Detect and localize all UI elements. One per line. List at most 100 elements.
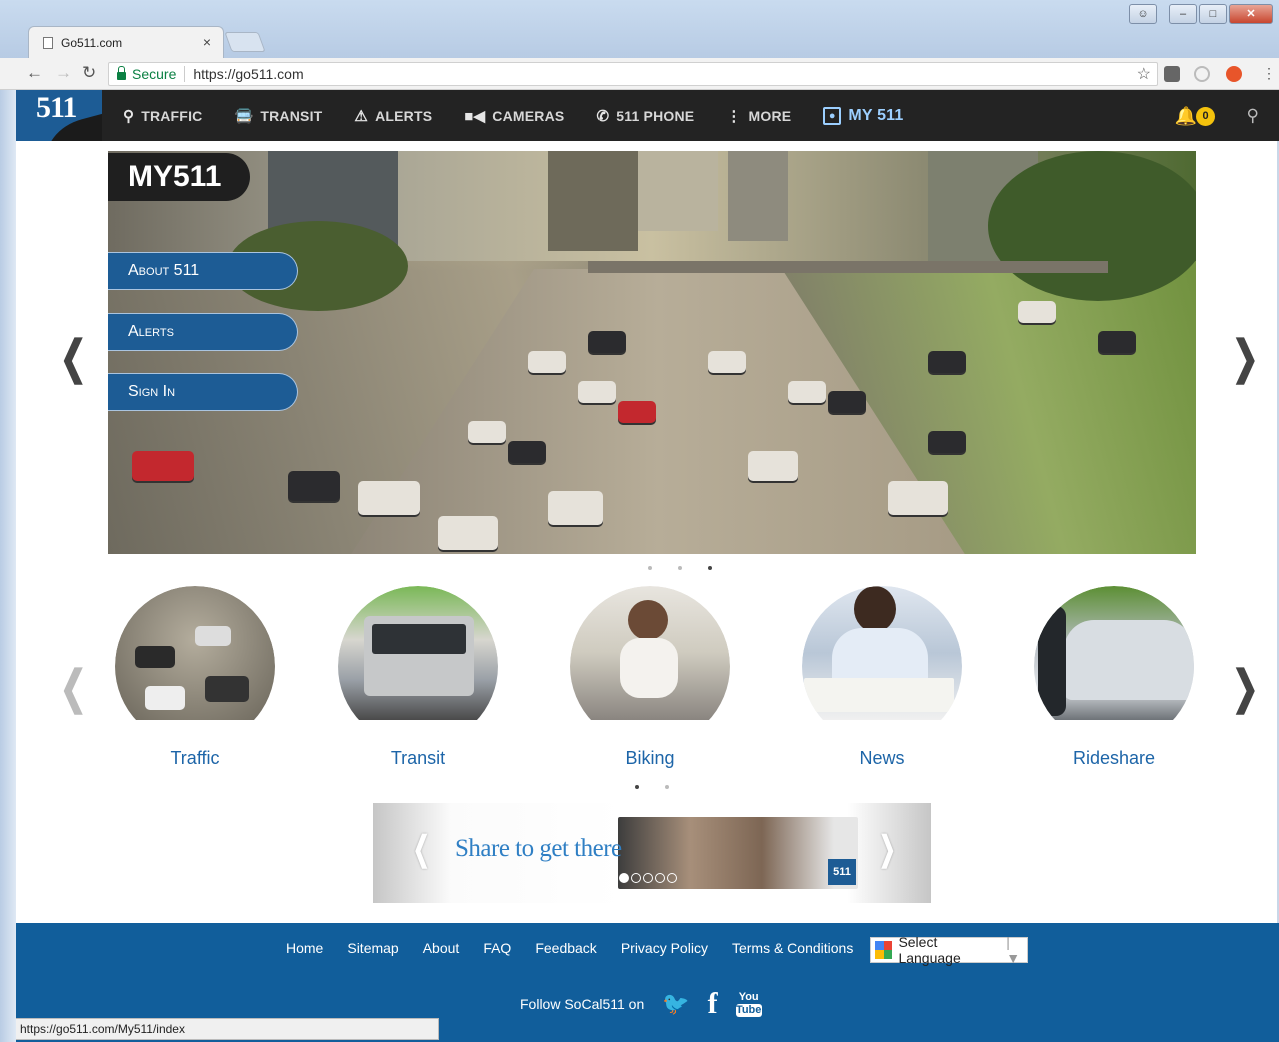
sign-in-button[interactable]: Sign In [108,373,298,411]
search-icon[interactable]: ⚲ [1247,106,1259,126]
hero-dot-2[interactable] [678,566,682,570]
hero-prev-arrow[interactable]: ❮ [60,330,87,384]
maximize-button[interactable]: □ [1199,4,1227,24]
camera-icon: ■◀ [464,107,486,125]
news-image[interactable] [802,586,962,720]
new-tab-button[interactable] [224,32,266,52]
forward-icon[interactable]: → [55,63,72,83]
twitter-icon[interactable]: 🐦 [662,991,689,1017]
categories-next-arrow[interactable]: ❯ [1232,660,1259,714]
person-shape [1038,606,1066,716]
extension-circle-icon[interactable] [1194,66,1210,82]
categories-dot-1[interactable] [635,785,639,789]
social-follow: Follow SoCal511 on 🐦 f You Tube [520,987,762,1021]
banner-dot-3[interactable] [643,873,653,883]
cyclist-head-shape [628,600,668,640]
about-511-button[interactable]: About 511 [108,252,298,290]
nav-phone[interactable]: ✆ 511 PHONE [596,107,694,125]
hero-car [708,351,746,373]
hero-car [438,516,498,550]
banner-prev-arrow[interactable]: ❮ [413,829,430,869]
phone-icon: ✆ [596,107,610,125]
biking-link[interactable]: Biking [550,748,750,769]
hero-car [1098,331,1136,353]
rideshare-link[interactable]: Rideshare [1014,748,1214,769]
footer-link-privacy[interactable]: Privacy Policy [621,940,708,956]
banner-pagination [619,873,677,883]
translate-icon-tile [883,950,893,959]
banner-dot-1[interactable] [619,873,629,883]
user-profile-icon[interactable]: ☺ [1129,4,1157,24]
tab-close-icon[interactable]: × [203,34,211,50]
nav-traffic[interactable]: ⚲ TRAFFIC [123,107,202,125]
reload-icon[interactable]: ↻ [82,63,96,83]
banner-dot-2[interactable] [631,873,641,883]
hero-next-arrow[interactable]: ❯ [1232,330,1259,384]
rideshare-banner[interactable]: ❮ ❯ Share to get there 511 [373,803,931,903]
address-bar-row: ← → ↻ Secure https://go511.com ☆ ⋮ [0,58,1279,90]
hero-car [748,451,798,481]
footer-link-faq[interactable]: FAQ [483,940,511,956]
hero-building [548,151,638,251]
translate-icon-tile [875,950,884,959]
hero-car [288,471,340,501]
traffic-link[interactable]: Traffic [95,748,295,769]
back-icon[interactable]: ← [26,63,43,83]
hero-dot-3[interactable] [708,566,712,570]
footer-link-sitemap[interactable]: Sitemap [347,940,398,956]
biking-image[interactable] [570,586,730,720]
browser-tab[interactable]: Go511.com × [28,26,224,58]
follow-text: Follow SoCal511 on [520,996,645,1012]
footer-link-home[interactable]: Home [286,940,323,956]
nav-more[interactable]: ⋮ MORE [726,107,791,125]
footer-link-about[interactable]: About [423,940,460,956]
footer-link-terms[interactable]: Terms & Conditions [732,940,853,956]
rideshare-image[interactable] [1034,586,1194,720]
extension-icon[interactable] [1164,66,1180,82]
hero-dot-1[interactable] [648,566,652,570]
banner-next-arrow[interactable]: ❯ [879,829,896,869]
banner-dot-5[interactable] [667,873,677,883]
address-input[interactable]: Secure https://go511.com ☆ [108,62,1158,86]
notification-badge[interactable]: 0 [1196,107,1215,126]
language-select[interactable]: Select Language | ▼ [870,934,1028,966]
youtube-icon[interactable]: You Tube [735,991,762,1017]
logo-text: 511 [36,91,77,124]
minimize-button[interactable]: – [1169,4,1197,24]
nav-cameras[interactable]: ■◀ CAMERAS [464,107,564,125]
footer-link-feedback[interactable]: Feedback [535,940,596,956]
traffic-image[interactable] [115,586,275,720]
extension-orange-icon[interactable] [1226,66,1242,82]
banner-dot-4[interactable] [655,873,665,883]
omnibox-separator [184,66,186,82]
transit-link[interactable]: Transit [318,748,518,769]
bell-icon[interactable]: 🔔 [1175,106,1197,127]
categories-dot-2[interactable] [665,785,669,789]
nav-alerts[interactable]: ⚠ ALERTS [354,107,432,125]
nav-my511[interactable]: ● MY 511 [823,106,903,125]
map-pin-icon: ⚲ [123,107,135,125]
hero-overpass [588,261,1108,273]
transit-image[interactable] [338,586,498,720]
translate-icon-tile [875,941,884,950]
hero-car [508,441,546,463]
chevron-down-icon: | ▼ [1006,934,1021,966]
translate-icon-tile [883,941,893,950]
categories-prev-arrow[interactable]: ❮ [60,660,87,714]
news-link[interactable]: News [782,748,982,769]
nav-transit[interactable]: 🚍 TRANSIT [234,107,322,125]
close-window-button[interactable]: ✕ [1229,4,1273,24]
nav-cameras-label: CAMERAS [492,107,565,124]
hero-building [728,151,788,241]
facebook-icon[interactable]: f [708,987,718,1021]
alerts-button[interactable]: Alerts [108,313,298,351]
bookmark-star-icon[interactable]: ☆ [1137,64,1151,84]
traffic-car-shape [205,676,249,702]
user-icon: ● [823,106,842,125]
browser-menu-icon[interactable]: ⋮ [1262,65,1276,82]
site-logo[interactable]: 511 [16,90,102,141]
hero-car [358,481,420,515]
window-controls: ☺ – □ ✕ [1129,4,1273,24]
hero-car [588,331,626,353]
hero-car [888,481,948,515]
